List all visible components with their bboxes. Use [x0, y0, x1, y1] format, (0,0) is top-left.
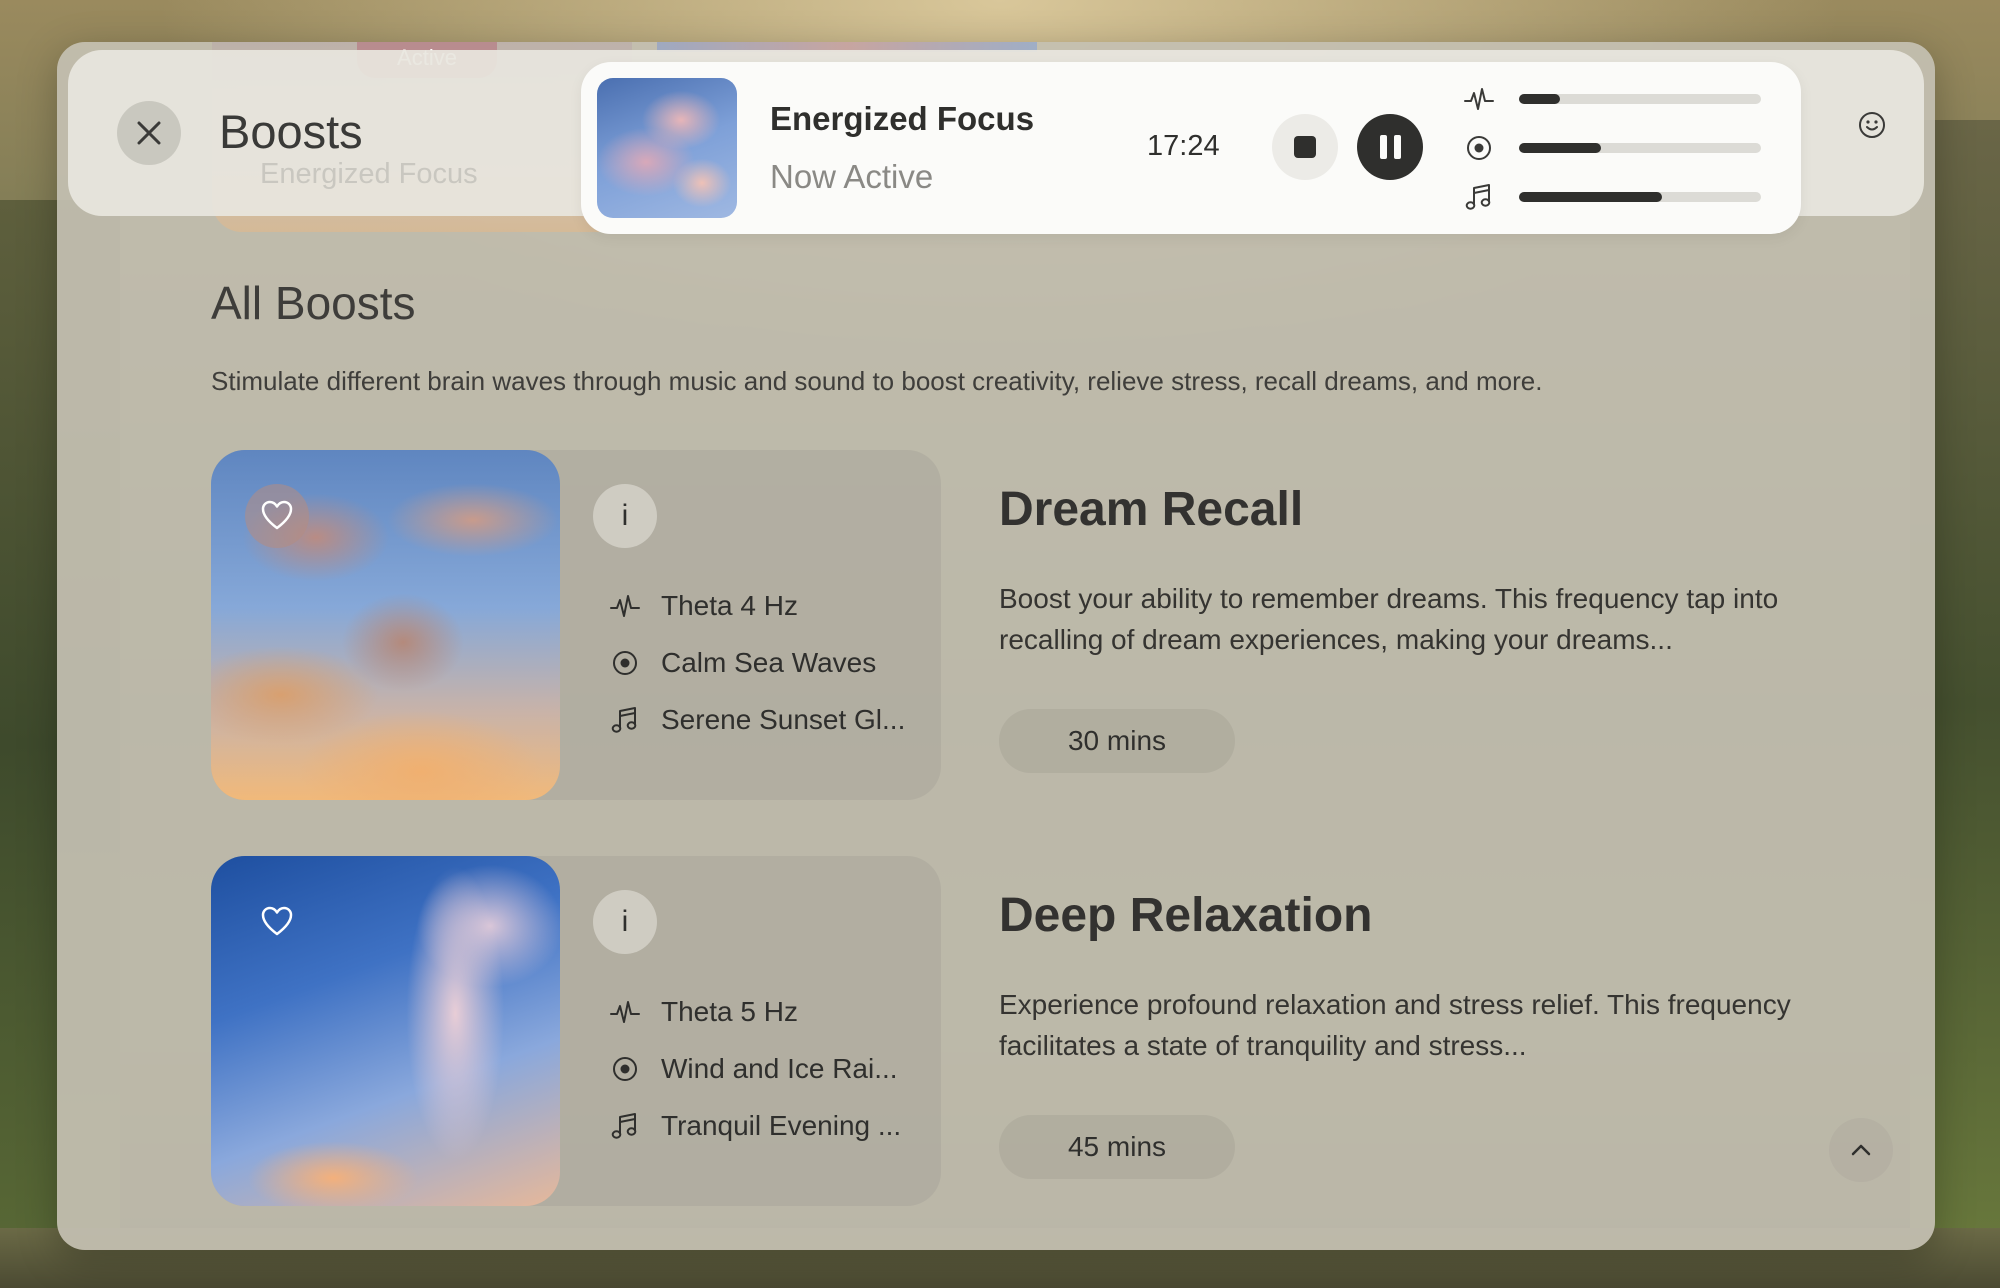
- boost-frequency: Theta 5 Hz: [609, 992, 929, 1032]
- ambient-label: Calm Sea Waves: [661, 647, 877, 678]
- ambient-circle-icon: [613, 1057, 637, 1081]
- boost-music: Tranquil Evening ...: [609, 1106, 929, 1146]
- favorite-button[interactable]: [245, 484, 309, 548]
- now-playing-title: Energized Focus: [770, 100, 1035, 137]
- page-title: Boosts: [219, 105, 363, 158]
- pause-button[interactable]: [1357, 114, 1423, 180]
- boost-title: Deep Relaxation: [999, 889, 1373, 942]
- ambient-circle-icon: [613, 651, 637, 675]
- mix-row-ambient: [1463, 132, 1763, 164]
- now-playing-status: Now Active: [770, 158, 934, 195]
- music-volume-slider[interactable]: [1519, 192, 1761, 202]
- now-playing-artwork: [597, 78, 737, 218]
- music-label: Tranquil Evening ...: [661, 1110, 902, 1141]
- heart-icon: [261, 500, 293, 530]
- section-title: All Boosts: [211, 277, 416, 329]
- waveform-icon: [610, 595, 640, 617]
- duration-button[interactable]: 30 mins: [999, 709, 1235, 773]
- music-label: Serene Sunset Gl...: [661, 704, 906, 735]
- boost-ambient: Calm Sea Waves: [609, 643, 929, 683]
- boost-card-deep-relaxation[interactable]: i Theta 5 Hz Wind and Ice Rai... Tranqui…: [211, 856, 941, 1206]
- pause-icon: [1379, 135, 1387, 159]
- frequency-label: Theta 5 Hz: [661, 996, 798, 1027]
- ambient-circle-icon: [1467, 136, 1491, 160]
- boost-card-dream-recall[interactable]: i Theta 4 Hz Calm Sea Waves Serene Sunse…: [211, 450, 941, 800]
- waveform-icon: [1464, 88, 1494, 110]
- music-volume-fill: [1519, 192, 1662, 202]
- close-button[interactable]: [117, 101, 181, 165]
- now-playing-card[interactable]: Energized Focus Now Active 17:24: [581, 62, 1801, 234]
- boost-music: Serene Sunset Gl...: [609, 700, 929, 740]
- music-note-icon: [611, 1113, 637, 1139]
- mix-row-frequency: [1463, 83, 1763, 115]
- favorite-button[interactable]: [245, 890, 309, 954]
- info-icon: i: [621, 499, 629, 532]
- duration-label: 45 mins: [1067, 1131, 1167, 1162]
- section-description: Stimulate different brain waves through …: [211, 366, 1543, 396]
- stop-button[interactable]: [1272, 114, 1338, 180]
- stop-icon: [1294, 136, 1316, 158]
- ambient-label: Wind and Ice Rai...: [661, 1053, 898, 1084]
- frequency-volume-fill: [1519, 94, 1561, 104]
- now-playing-time: 17:24: [1147, 130, 1220, 162]
- boost-title: Dream Recall: [999, 483, 1304, 536]
- info-button[interactable]: i: [593, 890, 657, 954]
- close-icon: [137, 121, 161, 145]
- boost-ambient: Wind and Ice Rai...: [609, 1049, 929, 1089]
- boost-frequency: Theta 4 Hz: [609, 586, 929, 626]
- boost-description: Experience profound relaxation and stres…: [999, 989, 1791, 1061]
- info-icon: i: [621, 905, 629, 938]
- pause-icon: [1393, 135, 1401, 159]
- heart-icon: [261, 906, 293, 936]
- music-note-icon: [611, 707, 637, 733]
- boost-description: Boost your ability to remember dreams. T…: [999, 583, 1779, 655]
- waveform-icon: [610, 1001, 640, 1023]
- ambient-volume-slider[interactable]: [1519, 143, 1761, 153]
- frequency-label: Theta 4 Hz: [661, 590, 798, 621]
- frequency-volume-slider[interactable]: [1519, 94, 1761, 104]
- chevron-up-icon: [1851, 1144, 1871, 1156]
- music-note-icon: [1465, 184, 1491, 210]
- duration-button[interactable]: 45 mins: [999, 1115, 1235, 1179]
- page-subtitle: Energized Focus: [260, 158, 478, 190]
- ambient-volume-fill: [1519, 143, 1602, 153]
- smiley-icon[interactable]: [1857, 110, 1887, 140]
- scroll-to-top-button[interactable]: [1829, 1118, 1893, 1182]
- mix-row-music: [1463, 181, 1763, 213]
- duration-label: 30 mins: [1067, 725, 1167, 756]
- info-button[interactable]: i: [593, 484, 657, 548]
